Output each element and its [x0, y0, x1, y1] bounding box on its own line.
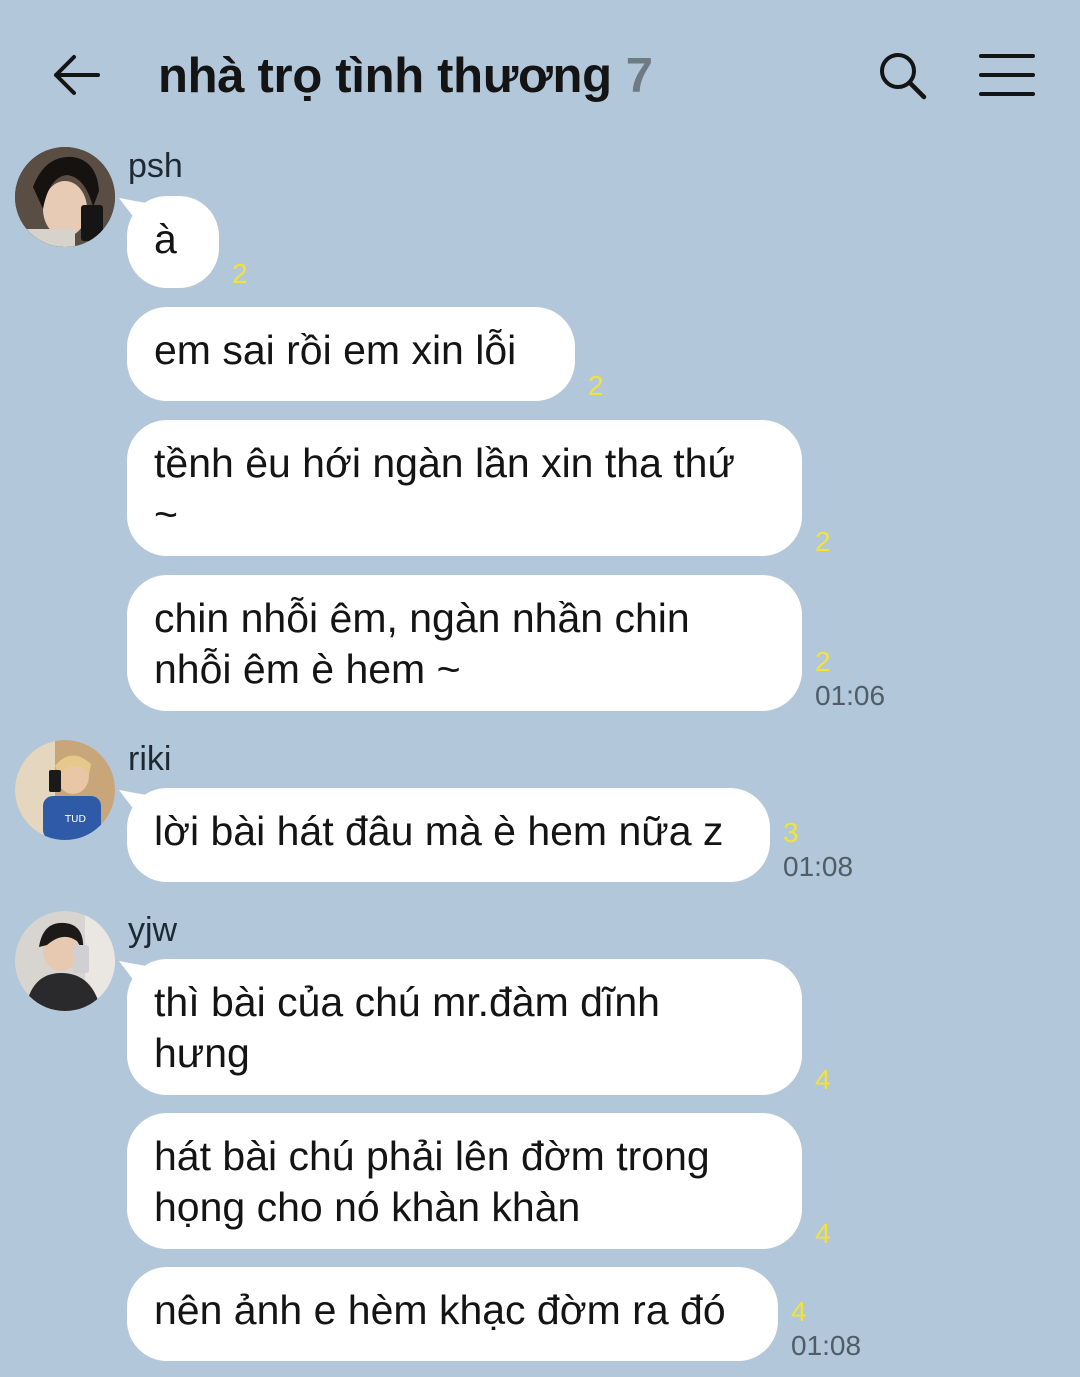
unread-count: 2	[815, 646, 831, 677]
avatar-photo	[15, 147, 115, 247]
menu-button[interactable]	[977, 48, 1037, 102]
message-bubble[interactable]: em sai rồi em xin lỗi	[127, 307, 575, 401]
arrow-left-icon	[54, 55, 100, 95]
unread-count: 2	[232, 258, 248, 289]
message-text: lời bài hát đâu mà è hem nữa z	[154, 808, 724, 854]
message-time: 01:08	[783, 851, 854, 882]
message-time: 01:08	[791, 1330, 862, 1361]
sender-name: riki	[128, 740, 172, 778]
message-text: thì bài của chú mr.đàm dĩnh hưng	[154, 979, 660, 1076]
member-count: 7	[625, 49, 654, 103]
hamburger-menu-icon	[979, 54, 1035, 96]
message-text: à	[154, 216, 177, 262]
avatar-psh[interactable]	[15, 147, 115, 247]
message-bubble[interactable]: nên ảnh e hèm khạc đờm ra đó	[127, 1267, 778, 1361]
back-button[interactable]	[50, 48, 104, 102]
chat-title: nhà trọ tình thương	[158, 49, 612, 103]
message-bubble[interactable]: lời bài hát đâu mà è hem nữa z	[127, 788, 770, 882]
unread-count: 4	[815, 1064, 831, 1095]
message-time: 01:06	[815, 680, 886, 711]
message-bubble[interactable]: hát bài chú phải lên đờm trong họng cho …	[127, 1113, 802, 1249]
message-text: em sai rồi em xin lỗi	[154, 327, 517, 373]
unread-count: 3	[783, 817, 799, 848]
message-text: chin nhỗi êm, ngàn nhần chin nhỗi êm è h…	[154, 595, 690, 692]
unread-count: 4	[815, 1218, 831, 1249]
message-bubble[interactable]: à	[127, 196, 219, 288]
avatar-photo	[15, 911, 115, 1011]
svg-text:TUD: TUD	[64, 814, 86, 825]
message-bubble[interactable]: chin nhỗi êm, ngàn nhần chin nhỗi êm è h…	[127, 575, 802, 711]
avatar-photo: TUD	[15, 740, 115, 840]
avatar-yjw[interactable]	[15, 911, 115, 1011]
search-button[interactable]	[875, 48, 929, 102]
unread-count: 2	[815, 526, 831, 557]
sender-name: yjw	[128, 911, 178, 949]
message-bubble[interactable]: thì bài của chú mr.đàm dĩnh hưng	[127, 959, 802, 1095]
message-text: hát bài chú phải lên đờm trong họng cho …	[154, 1133, 710, 1230]
message-bubble[interactable]: tềnh êu hới ngàn lần xin tha thứ ~	[127, 420, 802, 556]
chat-header: nhà trọ tình thương 7	[0, 0, 1080, 150]
unread-count: 4	[791, 1296, 807, 1327]
avatar-riki[interactable]: TUD	[15, 740, 115, 840]
sender-name: psh	[128, 147, 183, 185]
search-icon	[880, 53, 927, 100]
message-text: tềnh êu hới ngàn lần xin tha thứ ~	[154, 440, 735, 537]
chat-title-area[interactable]: nhà trọ tình thương 7	[158, 44, 653, 108]
message-text: nên ảnh e hèm khạc đờm ra đó	[154, 1287, 726, 1333]
unread-count: 2	[588, 370, 604, 401]
